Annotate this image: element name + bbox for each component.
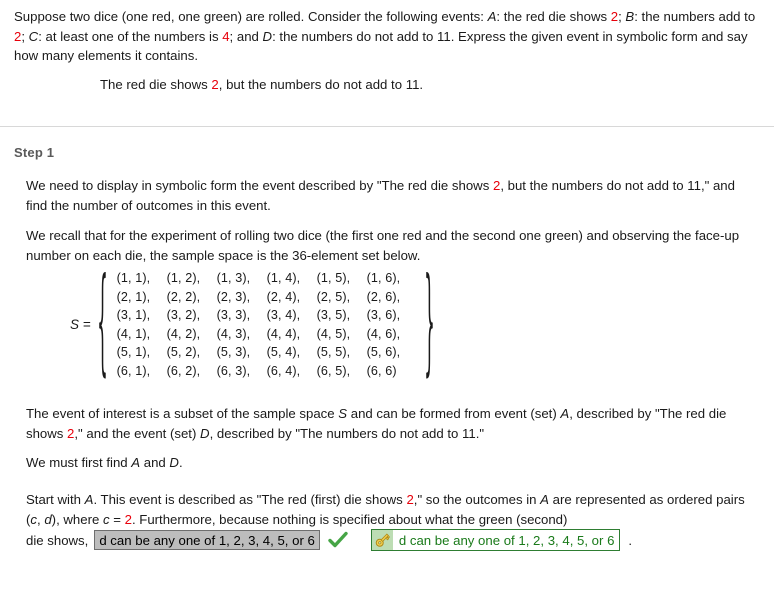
sample-space-equation: S = { (1, 1), (1, 2), (1, 3), (1, 4), (1, 5)… — [70, 255, 435, 385]
sample-space-cell: (6, 6) — [366, 363, 397, 378]
sample-space-row: (2, 1), (2, 2), (2, 3), (2, 4), (2, 5), (2, 6… — [117, 288, 417, 307]
sample-space-cell: (1, 6), — [366, 271, 401, 285]
key-icon — [371, 530, 393, 550]
sample-space-cell: (4, 3), — [216, 326, 251, 341]
answer-key-text: d can be any one of 1, 2, 3, 4, 5, or 6 — [398, 532, 615, 548]
answer-line: die shows, d can be any one of 1, 2, 3, … — [26, 529, 632, 551]
sample-space-cell: (6, 1), — [116, 363, 151, 378]
sample-space-cell: (5, 1), — [116, 345, 151, 360]
paragraph-must-find: We must first find A and D. — [26, 455, 183, 470]
sample-space-cell: (4, 4), — [266, 326, 301, 341]
sample-space-cell: (2, 1), — [116, 289, 151, 304]
check-icon — [327, 531, 349, 549]
sample-space-cell: (5, 4), — [266, 345, 301, 360]
sample-space-cell: (5, 3), — [216, 345, 251, 360]
sample-space-cell: (4, 5), — [316, 326, 351, 341]
sample-space-row: (1, 1), (1, 2), (1, 3), (1, 4), (1, 5), (1, 6… — [117, 269, 417, 288]
sample-space-cell: (5, 6), — [366, 345, 401, 360]
sample-space-cell: (6, 5), — [316, 363, 351, 378]
sample-space-cell: (1, 5), — [316, 271, 351, 285]
sample-space-cell: (1, 4), — [266, 271, 301, 285]
sample-space-cell: (5, 5), — [316, 345, 351, 360]
answer-period: . — [628, 532, 633, 548]
paragraph-event-subset: The event of interest is a subset of the… — [26, 406, 727, 441]
sample-space-row: (3, 1), (3, 2), (3, 3), (3, 4), (3, 5), (3, 6… — [117, 306, 417, 325]
sample-space-cell: (3, 6), — [366, 308, 401, 323]
sample-space-cell: (3, 3), — [216, 308, 251, 323]
section-divider — [0, 126, 774, 127]
sample-space-row: (5, 1), (5, 2), (5, 3), (5, 4), (5, 5), (5, 6… — [117, 343, 417, 362]
sample-space-cell: (3, 5), — [316, 308, 351, 323]
left-brace: { — [96, 250, 108, 388]
sample-space-row: (4, 1), (4, 2), (4, 3), (4, 4), (4, 5), (4, 6… — [117, 325, 417, 344]
answer-select-dropdown[interactable]: d can be any one of 1, 2, 3, 4, 5, or 6 — [94, 530, 320, 550]
given-event-text: The red die shows 2, but the numbers do … — [100, 77, 424, 92]
sample-space-cell: (1, 2), — [166, 271, 201, 285]
sample-space-cell: (3, 4), — [266, 308, 301, 323]
paragraph-start-with-a: Start with A. This event is described as… — [26, 492, 745, 527]
sample-space-cell: (6, 2), — [166, 363, 201, 378]
problem-statement: Suppose two dice (one red, one green) ar… — [14, 9, 756, 63]
sample-space-row: (6, 1), (6, 2), (6, 3), (6, 4), (6, 5), (6, 6… — [117, 362, 417, 381]
right-brace: } — [423, 250, 435, 388]
sample-space-cell: (3, 2), — [166, 308, 201, 323]
sample-space-rows: (1, 1), (1, 2), (1, 3), (1, 4), (1, 5), (1, 6… — [108, 269, 424, 381]
sample-space-label: S = — [70, 317, 91, 333]
sample-space-cell: (4, 2), — [166, 326, 201, 341]
sample-space-cell: (6, 3), — [216, 363, 251, 378]
sample-space-cell: (4, 1), — [116, 326, 151, 341]
sample-space-cell: (2, 6), — [366, 289, 401, 304]
sample-space-cell: (2, 3), — [216, 289, 251, 304]
sample-space-cell: (6, 4), — [266, 363, 301, 378]
sample-space-cell: (5, 2), — [166, 345, 201, 360]
sample-space-cell: (1, 3), — [216, 271, 251, 285]
paragraph-display-symbolic: We need to display in symbolic form the … — [26, 178, 735, 213]
paragraph-recall-sample-space: We recall that for the experiment of rol… — [26, 228, 740, 263]
answer-prefix-text: die shows, — [26, 532, 89, 548]
sample-space-cell: (3, 1), — [116, 308, 151, 323]
answer-key-box: d can be any one of 1, 2, 3, 4, 5, or 6 — [370, 529, 621, 551]
sample-space-cell: (2, 4), — [266, 289, 301, 304]
sample-space-cell: (4, 6), — [366, 326, 401, 341]
sample-space-cell: (1, 1), — [116, 271, 151, 285]
step-heading: Step 1 — [14, 145, 55, 160]
sample-space-cell: (2, 2), — [166, 289, 201, 304]
sample-space-cell: (2, 5), — [316, 289, 351, 304]
